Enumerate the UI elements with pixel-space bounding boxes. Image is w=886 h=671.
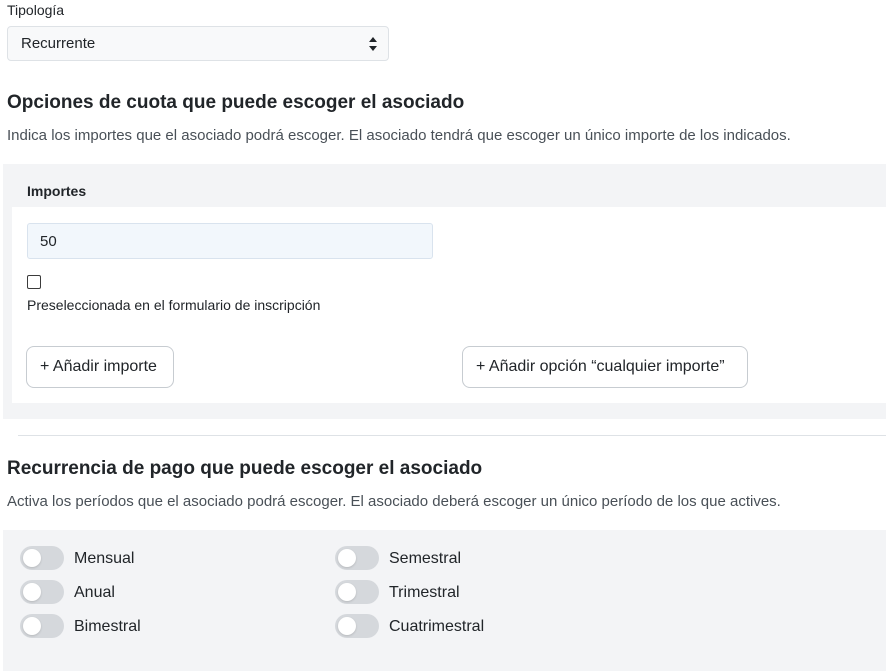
toggle-anual[interactable]: [20, 580, 64, 604]
period-label-trimestral: Trimestral: [389, 584, 460, 601]
amount-input[interactable]: 50: [27, 223, 433, 259]
toggle-knob: [338, 583, 356, 601]
toggle-semestral[interactable]: [335, 546, 379, 570]
toggle-knob: [338, 617, 356, 635]
select-caret-icon: [369, 37, 377, 51]
tipologia-select[interactable]: Recurrente: [7, 26, 389, 61]
cuota-section-title: Opciones de cuota que puede escoger el a…: [7, 92, 465, 113]
tipologia-selected-value: Recurrente: [21, 35, 96, 52]
tipologia-label: Tipología: [7, 2, 65, 18]
toggle-cuatrimestral[interactable]: [335, 614, 379, 638]
importes-label: Importes: [27, 183, 87, 199]
recurrencia-section-description: Activa los períodos que el asociado podr…: [7, 493, 781, 510]
period-label-cuatrimestral: Cuatrimestral: [389, 618, 485, 635]
period-label-semestral: Semestral: [389, 550, 462, 567]
recurrencia-section-title: Recurrencia de pago que puede escoger el…: [7, 458, 483, 479]
add-amount-button[interactable]: + Añadir importe: [26, 346, 174, 388]
period-label-anual: Anual: [74, 584, 115, 601]
toggle-knob: [23, 549, 41, 567]
toggle-knob: [23, 617, 41, 635]
toggle-knob: [23, 583, 41, 601]
preselected-checkbox[interactable]: [27, 275, 41, 289]
preselected-label: Preseleccionada en el formulario de insc…: [27, 297, 321, 313]
toggle-knob: [338, 549, 356, 567]
period-label-mensual: Mensual: [74, 550, 135, 567]
toggle-mensual[interactable]: [20, 546, 64, 570]
section-divider: [18, 435, 886, 436]
period-label-bimestral: Bimestral: [74, 618, 141, 635]
add-any-amount-button[interactable]: + Añadir opción “cualquier importe”: [462, 346, 748, 388]
toggle-trimestral[interactable]: [335, 580, 379, 604]
toggle-bimestral[interactable]: [20, 614, 64, 638]
cuota-section-description: Indica los importes que el asociado podr…: [7, 127, 791, 144]
